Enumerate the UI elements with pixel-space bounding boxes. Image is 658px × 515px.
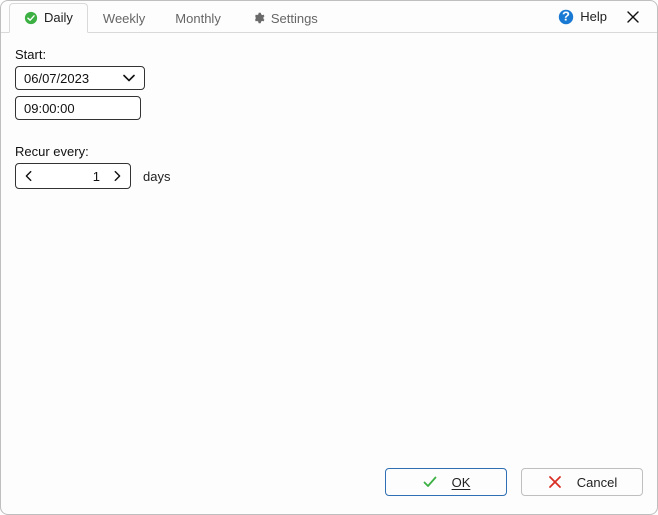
ok-button[interactable]: OK [385, 468, 507, 496]
help-button[interactable]: ? Help [558, 9, 607, 25]
tab-settings[interactable]: Settings [236, 3, 333, 33]
start-time-value: 09:00:00 [24, 101, 75, 116]
start-date-field[interactable]: 06/07/2023 [15, 66, 145, 90]
recur-section: Recur every: 1 days [15, 144, 643, 189]
tab-label: Weekly [103, 11, 145, 26]
tab-label: Settings [271, 11, 318, 26]
tab-weekly[interactable]: Weekly [88, 3, 160, 33]
footer: OK Cancel [385, 468, 643, 496]
start-time-field[interactable]: 09:00:00 [15, 96, 141, 120]
recur-label: Recur every: [15, 144, 643, 159]
cross-icon [547, 474, 563, 490]
tab-label: Daily [44, 10, 73, 25]
spinner-decrement[interactable] [16, 164, 42, 188]
close-button[interactable] [625, 9, 641, 25]
tab-daily[interactable]: Daily [9, 3, 88, 33]
close-icon [625, 9, 641, 25]
recur-row: 1 days [15, 163, 643, 189]
chevron-left-icon [22, 169, 36, 183]
chevron-down-icon [121, 70, 137, 86]
recur-value[interactable]: 1 [42, 169, 104, 184]
tab-label: Monthly [175, 11, 221, 26]
cancel-button[interactable]: Cancel [521, 468, 643, 496]
tab-monthly[interactable]: Monthly [160, 3, 236, 33]
start-label: Start: [15, 47, 643, 62]
ok-label: OK [452, 475, 471, 490]
recur-unit: days [143, 169, 170, 184]
chevron-right-icon [110, 169, 124, 183]
check-icon [422, 474, 438, 490]
svg-text:?: ? [562, 9, 570, 24]
header-right: ? Help [558, 9, 657, 25]
panel-body: Start: 06/07/2023 09:00:00 Recur every: … [1, 33, 657, 189]
tabstrip: Daily Weekly Monthly Settings ? Help [1, 1, 657, 33]
help-icon: ? [558, 9, 574, 25]
recur-spinner: 1 [15, 163, 131, 189]
gear-icon [251, 11, 265, 25]
start-date-value: 06/07/2023 [24, 71, 89, 86]
help-label: Help [580, 9, 607, 24]
cancel-label: Cancel [577, 475, 617, 490]
date-dropdown-button[interactable] [120, 67, 138, 89]
check-circle-icon [24, 11, 38, 25]
spinner-increment[interactable] [104, 164, 130, 188]
